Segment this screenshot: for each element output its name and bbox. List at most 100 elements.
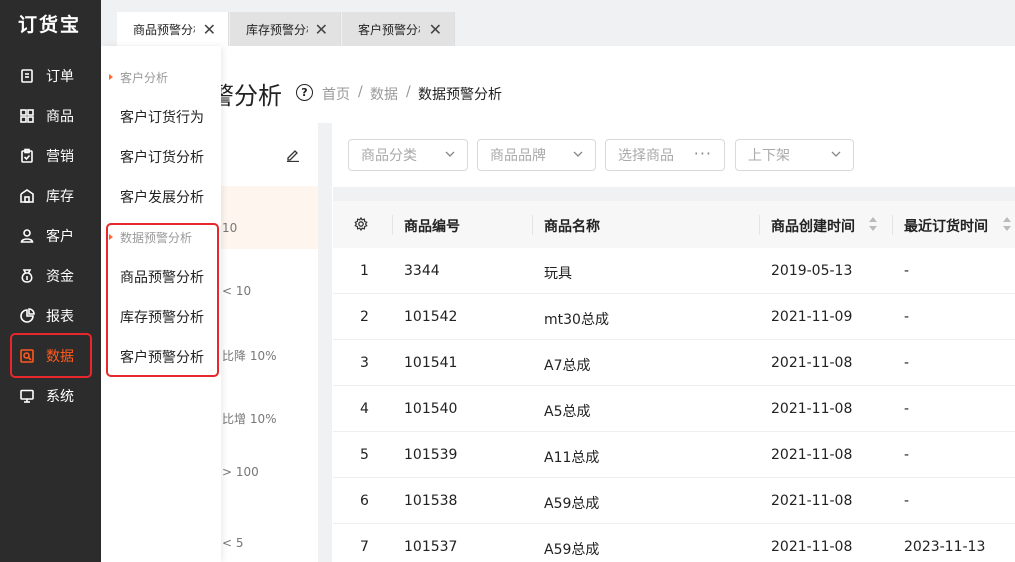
table-cell-last: -: [904, 309, 910, 325]
submenu-group-highlight: [106, 223, 219, 377]
table-cell-name: A7总成: [544, 358, 591, 374]
sidebar-item-label: 营销: [46, 149, 74, 165]
table-row[interactable]: 7 101537 A59总成 2021-11-08 2023-11-13: [333, 524, 1015, 562]
table-row[interactable]: 4 101540 A5总成 2021-11-08 -: [333, 386, 1015, 432]
sidebar-item-label: 报表: [46, 309, 74, 325]
close-icon[interactable]: ✕: [429, 20, 442, 39]
user-icon: [18, 227, 36, 245]
sidebar-item-reports[interactable]: 报表: [0, 296, 101, 336]
table-cell-name: A59总成: [544, 496, 600, 512]
sort-icon[interactable]: [1002, 216, 1012, 232]
product-select[interactable]: 选择商品 ···: [605, 139, 725, 171]
breadcrumb-home[interactable]: 首页: [322, 84, 350, 104]
rule-item[interactable]: 比增 10%: [222, 410, 277, 427]
table-cell-name: 玩具: [544, 266, 572, 282]
table-cell-last: -: [904, 447, 910, 463]
submenu-item-growth-analysis[interactable]: 客户发展分析: [120, 187, 204, 207]
column-header-created[interactable]: 商品创建时间: [771, 216, 855, 236]
table-cell-created: 2021-11-08: [771, 539, 853, 555]
table-cell-name: A59总成: [544, 542, 600, 558]
column-separator: [532, 215, 533, 235]
table-cell-code: 101542: [404, 309, 458, 325]
table-cell-code: 101540: [404, 401, 458, 417]
table-row[interactable]: 1 3344 玩具 2019-05-13 -: [333, 248, 1015, 294]
table-cell-last: 2023-11-13: [904, 539, 986, 555]
app-logo: 订货宝: [18, 14, 82, 36]
table-cell-code: 101537: [404, 539, 458, 555]
sidebar-item-funds[interactable]: 资金: [0, 256, 101, 296]
rule-item[interactable]: < 10: [222, 284, 251, 298]
table-cell-code: 3344: [404, 263, 440, 279]
sidebar-item-products[interactable]: 商品: [0, 96, 101, 136]
table-cell-name: mt30总成: [544, 312, 609, 328]
select-placeholder: 上下架: [748, 148, 790, 164]
monitor-icon: [18, 387, 36, 405]
table-row[interactable]: 3 101541 A7总成 2021-11-08 -: [333, 340, 1015, 386]
table-cell-last: -: [904, 263, 910, 279]
column-separator: [759, 215, 760, 235]
clipboard-icon: [18, 147, 36, 165]
rule-item[interactable]: > 100: [222, 465, 259, 479]
grid-icon: [18, 107, 36, 125]
rule-item[interactable]: < 5: [222, 536, 244, 550]
sidebar-item-label: 商品: [46, 109, 74, 125]
tab-product-warning[interactable]: 商品预警分析 ✕: [117, 12, 229, 46]
table-cell-name: A5总成: [544, 404, 591, 420]
sidebar-item-customers[interactable]: 客户: [0, 216, 101, 256]
table-cell-no: 6: [360, 493, 369, 509]
warehouse-icon: [18, 187, 36, 205]
breadcrumb-data[interactable]: 数据: [370, 84, 398, 104]
tab-inventory-warning[interactable]: 库存预警分析 ✕: [230, 12, 341, 46]
sidebar-item-label: 订单: [46, 69, 74, 85]
active-item-highlight: [10, 333, 92, 378]
table-cell-no: 1: [360, 263, 369, 279]
sidebar-item-label: 客户: [46, 229, 74, 245]
sidebar-item-label: 库存: [46, 189, 74, 205]
table-cell-no: 3: [360, 355, 369, 371]
more-icon: ···: [693, 144, 712, 163]
brand-select[interactable]: 商品品牌: [477, 139, 596, 171]
submenu-item-order-analysis[interactable]: 客户订货分析: [120, 147, 204, 167]
category-select[interactable]: 商品分类: [348, 139, 468, 171]
edit-icon[interactable]: [286, 148, 300, 162]
rule-item[interactable]: 比降 10%: [222, 347, 277, 364]
table-cell-created: 2021-11-09: [771, 309, 853, 325]
sidebar-item-orders[interactable]: 订单: [0, 56, 101, 96]
sidebar-item-marketing[interactable]: 营销: [0, 136, 101, 176]
sidebar-item-system[interactable]: 系统: [0, 376, 101, 416]
table-cell-last: -: [904, 355, 910, 371]
help-icon[interactable]: ?: [296, 84, 313, 101]
table-row[interactable]: 2 101542 mt30总成 2021-11-09 -: [333, 294, 1015, 340]
column-header-last-order[interactable]: 最近订货时间: [904, 216, 988, 236]
sidebar: 订货宝 订单 商品 营销 库存 客户 资金 报表 数据 系统: [0, 0, 101, 562]
table-cell-last: -: [904, 493, 910, 509]
rule-item-selected[interactable]: [221, 186, 318, 249]
table-cell-code: 101538: [404, 493, 458, 509]
select-placeholder: 选择商品: [618, 148, 674, 164]
tab-label: 库存预警分析: [246, 22, 308, 37]
close-icon[interactable]: ✕: [203, 20, 216, 39]
sort-icon[interactable]: [868, 216, 878, 232]
table-row[interactable]: 6 101538 A59总成 2021-11-08 -: [333, 478, 1015, 524]
table-row[interactable]: 5 101539 A11总成 2021-11-08 -: [333, 432, 1015, 478]
tab-customer-warning[interactable]: 客户预警分析 ✕: [342, 12, 455, 46]
column-header-name: 商品名称: [544, 219, 600, 235]
table-cell-created: 2021-11-08: [771, 401, 853, 417]
table-cell-no: 7: [360, 539, 369, 555]
chevron-down-icon: [573, 151, 583, 157]
tab-bar: 商品预警分析 ✕ 库存预警分析 ✕ 客户预警分析 ✕: [101, 0, 1015, 46]
breadcrumb-current: 数据预警分析: [418, 87, 502, 103]
close-icon[interactable]: ✕: [315, 20, 328, 39]
submenu-item-order-behavior[interactable]: 客户订货行为: [120, 107, 204, 127]
table-cell-no: 5: [360, 447, 369, 463]
select-placeholder: 商品分类: [361, 148, 417, 164]
settings-icon[interactable]: [354, 217, 368, 231]
sidebar-item-inventory[interactable]: 库存: [0, 176, 101, 216]
submenu-group-customer-analysis: 客户分析: [108, 71, 169, 85]
status-select[interactable]: 上下架: [735, 139, 854, 171]
sidebar-item-label: 系统: [46, 389, 74, 405]
sidebar-item-label: 资金: [46, 269, 74, 285]
table-cell-created: 2021-11-08: [771, 493, 853, 509]
rule-item[interactable]: 10: [222, 221, 237, 235]
section-gap: [333, 187, 1015, 201]
